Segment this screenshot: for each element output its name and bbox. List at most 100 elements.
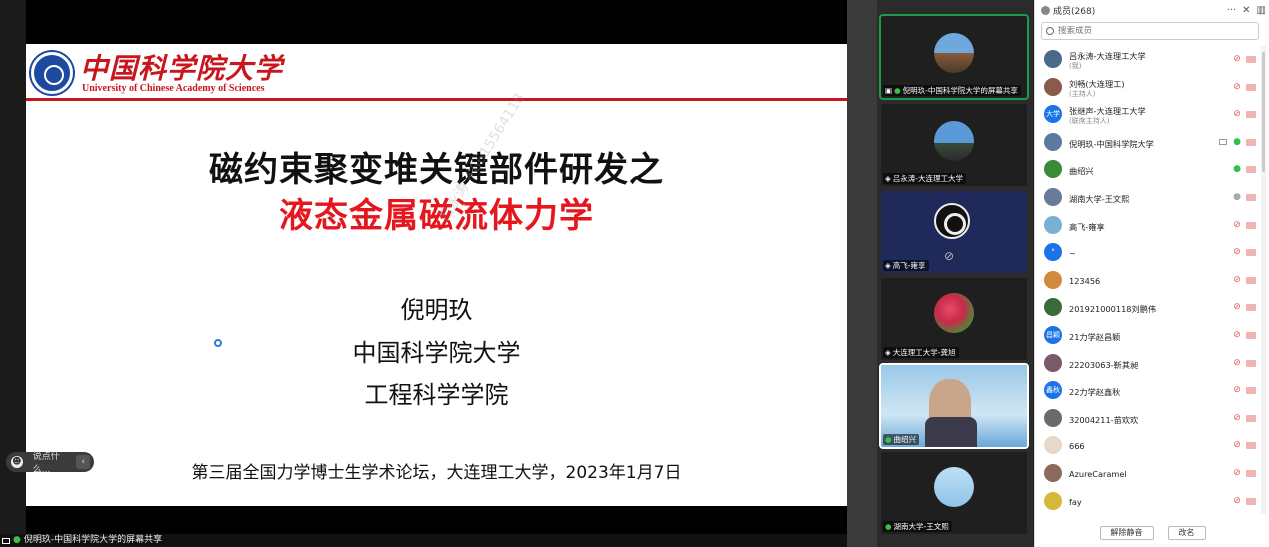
member-row[interactable]: 曲绍兴 ● bbox=[1035, 156, 1261, 183]
logo-chinese-text: 中国科学院大学 bbox=[80, 52, 284, 85]
ucas-emblem-icon bbox=[31, 52, 73, 94]
camera-muted-icon[interactable] bbox=[1246, 442, 1256, 450]
member-row[interactable]: fay ⊘ bbox=[1035, 488, 1261, 514]
mic-icon[interactable]: ● bbox=[1233, 164, 1241, 174]
member-row[interactable]: 吕永涛-大连理工大学 (我) ⊘ bbox=[1035, 46, 1261, 73]
member-row[interactable]: 201921000118刘鹏伟 ⊘ bbox=[1035, 294, 1261, 321]
mic-muted-icon[interactable]: ⊘ bbox=[1233, 247, 1241, 257]
avatar bbox=[1044, 353, 1062, 372]
mic-muted-icon[interactable]: ⊘ bbox=[1233, 468, 1241, 478]
mic-muted-icon[interactable]: ⊘ bbox=[1233, 82, 1241, 92]
mic-muted-icon[interactable]: ⊘ bbox=[1233, 440, 1241, 450]
member-name: 22203063-靳其昶 bbox=[1069, 359, 1139, 370]
member-name: 倪明玖-中国科学院大学 bbox=[1069, 138, 1154, 149]
member-row[interactable]: 高飞-雍享 ⊘ bbox=[1035, 212, 1261, 239]
mic-muted-icon[interactable]: ⊘ bbox=[1233, 54, 1241, 64]
rename-button[interactable]: 改名 bbox=[1167, 525, 1206, 540]
camera-muted-icon[interactable] bbox=[1246, 138, 1256, 146]
avatar bbox=[934, 121, 974, 161]
obs-logo-icon bbox=[934, 203, 970, 239]
mic-muted-icon[interactable]: ⊘ bbox=[1233, 496, 1241, 506]
camera-muted-icon[interactable] bbox=[1246, 359, 1256, 367]
video-tile-presenter[interactable]: ▣ ● 倪明玖-中国科学院大学的屏幕共享 bbox=[879, 14, 1029, 100]
mic-muted-icon[interactable]: ⊘ bbox=[1233, 220, 1241, 230]
mic-muted-icon[interactable]: ⊘ bbox=[1233, 385, 1241, 395]
video-tile-live[interactable]: ● 曲绍兴 bbox=[879, 363, 1029, 449]
unmute-all-button[interactable]: 解除静音 bbox=[1099, 525, 1154, 540]
member-list-scrollbar[interactable] bbox=[1261, 46, 1266, 514]
member-row[interactable]: 鑫秋 22力学赵鑫秋 ⊘ bbox=[1035, 377, 1261, 404]
member-row[interactable]: 湖南大学-王文熙 ● bbox=[1035, 184, 1261, 211]
camera-muted-icon[interactable] bbox=[1246, 332, 1256, 339]
member-row[interactable]: 666 ⊘ bbox=[1035, 432, 1261, 459]
camera-muted-icon[interactable] bbox=[1246, 56, 1256, 63]
avatar bbox=[1044, 160, 1062, 179]
member-name: 123456 bbox=[1069, 275, 1101, 286]
camera-muted-icon[interactable] bbox=[1246, 249, 1256, 257]
member-row[interactable]: AzureCaramel ⊘ bbox=[1035, 460, 1261, 487]
mic-muted-icon[interactable]: ⊘ bbox=[1233, 358, 1241, 368]
camera-muted-icon[interactable] bbox=[1246, 111, 1256, 119]
avatar bbox=[1044, 50, 1062, 68]
member-row[interactable]: 22203063-靳其昶 ⊘ bbox=[1035, 350, 1261, 377]
member-role: (联席主持人) bbox=[1069, 117, 1110, 126]
avatar bbox=[1044, 77, 1062, 96]
video-tile-label: ▣ ● 倪明玖-中国科学院大学的屏幕共享 bbox=[883, 85, 1021, 96]
member-row[interactable]: ° ~ ⊘ bbox=[1035, 239, 1261, 266]
camera-muted-icon[interactable] bbox=[1246, 497, 1256, 505]
member-row[interactable]: 123456 ⊘ bbox=[1035, 267, 1261, 294]
member-row[interactable]: 倪明玖-中国科学院大学 ● bbox=[1035, 129, 1261, 156]
mic-muted-icon[interactable]: ⊘ bbox=[1233, 413, 1241, 423]
close-icon[interactable]: ✕ bbox=[1242, 5, 1250, 16]
avatar bbox=[1044, 491, 1062, 510]
camera-muted-icon[interactable] bbox=[1246, 387, 1256, 395]
member-role: (我) bbox=[1069, 62, 1082, 70]
mic-muted-icon: ◈ bbox=[885, 348, 891, 357]
member-list: 吕永涛-大连理工大学 (我) ⊘ 刘畅(大连理工) (主持人) ⊘ 大学 张继声-大连理工大学… bbox=[1035, 46, 1261, 514]
video-tile[interactable]: ◈ 大连理工大学-龚旭 bbox=[881, 278, 1027, 360]
member-search-box[interactable] bbox=[1041, 22, 1259, 40]
camera-muted-icon[interactable] bbox=[1246, 221, 1256, 229]
member-row[interactable]: 32004211-苗欢欢 ⊘ bbox=[1035, 405, 1261, 432]
camera-muted-icon[interactable] bbox=[1246, 470, 1256, 477]
avatar bbox=[1044, 215, 1062, 234]
camera-muted-icon[interactable] bbox=[1246, 414, 1256, 422]
members-panel: 成员(268) ··· ✕ ▥ 吕永涛-大连理工大学(我)⊘刘畅(大连理工)(主… bbox=[1034, 0, 1269, 547]
video-tile[interactable]: ⊘ ◈ 高飞-雍享 bbox=[881, 191, 1027, 273]
mic-icon[interactable]: ● bbox=[1233, 192, 1241, 202]
member-row[interactable]: 昌颖 21力学赵昌颖 ⊘ bbox=[1035, 322, 1261, 349]
member-search-input[interactable] bbox=[1058, 26, 1248, 36]
camera-muted-icon[interactable] bbox=[1246, 83, 1256, 91]
mic-muted-icon[interactable]: ⊘ bbox=[1233, 109, 1241, 119]
avatar bbox=[1044, 408, 1062, 427]
avatar bbox=[934, 293, 974, 333]
stage-divider bbox=[847, 0, 877, 547]
chat-input-pill[interactable]: ☻ 说点什么... ‹ bbox=[6, 449, 94, 475]
member-row[interactable]: 刘畅(大连理工) (主持人) ⊘ bbox=[1035, 74, 1261, 101]
mic-on-icon: ● bbox=[894, 86, 901, 95]
emoji-icon[interactable]: ☻ bbox=[11, 456, 23, 468]
more-icon[interactable]: ··· bbox=[1227, 5, 1237, 16]
chat-placeholder[interactable]: 说点什么... bbox=[33, 449, 77, 475]
member-row[interactable]: 大学 张继声-大连理工大学 (联席主持人) ⊘ bbox=[1035, 101, 1261, 128]
camera-off-icon: ⊘ bbox=[944, 249, 955, 263]
scrollbar-thumb[interactable] bbox=[1262, 52, 1265, 172]
mic-on-icon: ● bbox=[885, 522, 892, 531]
screen-share-icon: ▣ bbox=[885, 86, 893, 95]
avatar bbox=[934, 467, 974, 507]
members-header: 成员(268) ··· ✕ ▥ bbox=[1035, 0, 1269, 20]
mic-muted-icon[interactable]: ⊘ bbox=[1233, 330, 1241, 340]
video-tile[interactable]: ● 湖南大学-王文熙 bbox=[881, 452, 1027, 534]
video-tile-label: ◈ 吕永涛-大连理工大学 bbox=[883, 173, 966, 184]
video-tile[interactable]: ◈ 吕永涛-大连理工大学 bbox=[881, 104, 1027, 186]
camera-muted-icon[interactable] bbox=[1246, 166, 1256, 174]
mic-muted-icon[interactable]: ⊘ bbox=[1233, 302, 1241, 312]
mic-muted-icon: ◈ bbox=[885, 174, 891, 183]
camera-muted-icon[interactable] bbox=[1246, 194, 1256, 201]
camera-muted-icon[interactable] bbox=[1246, 276, 1256, 284]
pin-icon[interactable]: ▥ bbox=[1257, 5, 1266, 16]
mic-icon[interactable]: ● bbox=[1233, 137, 1241, 147]
camera-muted-icon[interactable] bbox=[1246, 304, 1256, 312]
mic-muted-icon[interactable]: ⊘ bbox=[1233, 275, 1241, 285]
chevron-left-icon[interactable]: ‹ bbox=[76, 455, 91, 469]
